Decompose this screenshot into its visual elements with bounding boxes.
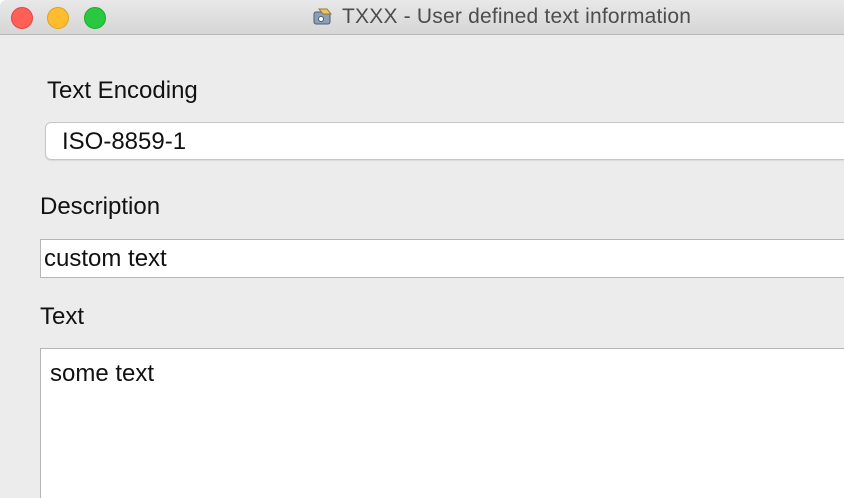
text-encoding-value: ISO-8859-1	[62, 128, 187, 155]
text-encoding-select[interactable]: ISO-8859-1	[45, 122, 844, 160]
text-value: some text	[50, 360, 155, 387]
zoom-button[interactable]	[84, 7, 106, 29]
text-encoding-label: Text Encoding	[47, 77, 198, 104]
window-title: TXXX - User defined text information	[342, 5, 692, 28]
text-label: Text	[40, 303, 85, 330]
text-area[interactable]: some text	[40, 348, 844, 498]
description-label: Description	[40, 193, 161, 220]
description-field[interactable]: custom text	[40, 239, 844, 278]
description-value: custom text	[44, 245, 167, 272]
window-title-group: TXXX - User defined text information	[312, 0, 691, 34]
dialog-window: TXXX - User defined text information Tex…	[0, 0, 844, 498]
minimize-button[interactable]	[47, 7, 69, 29]
close-button[interactable]	[11, 7, 33, 29]
title-bar[interactable]: TXXX - User defined text information	[0, 0, 844, 35]
id3-tag-icon	[313, 8, 333, 25]
